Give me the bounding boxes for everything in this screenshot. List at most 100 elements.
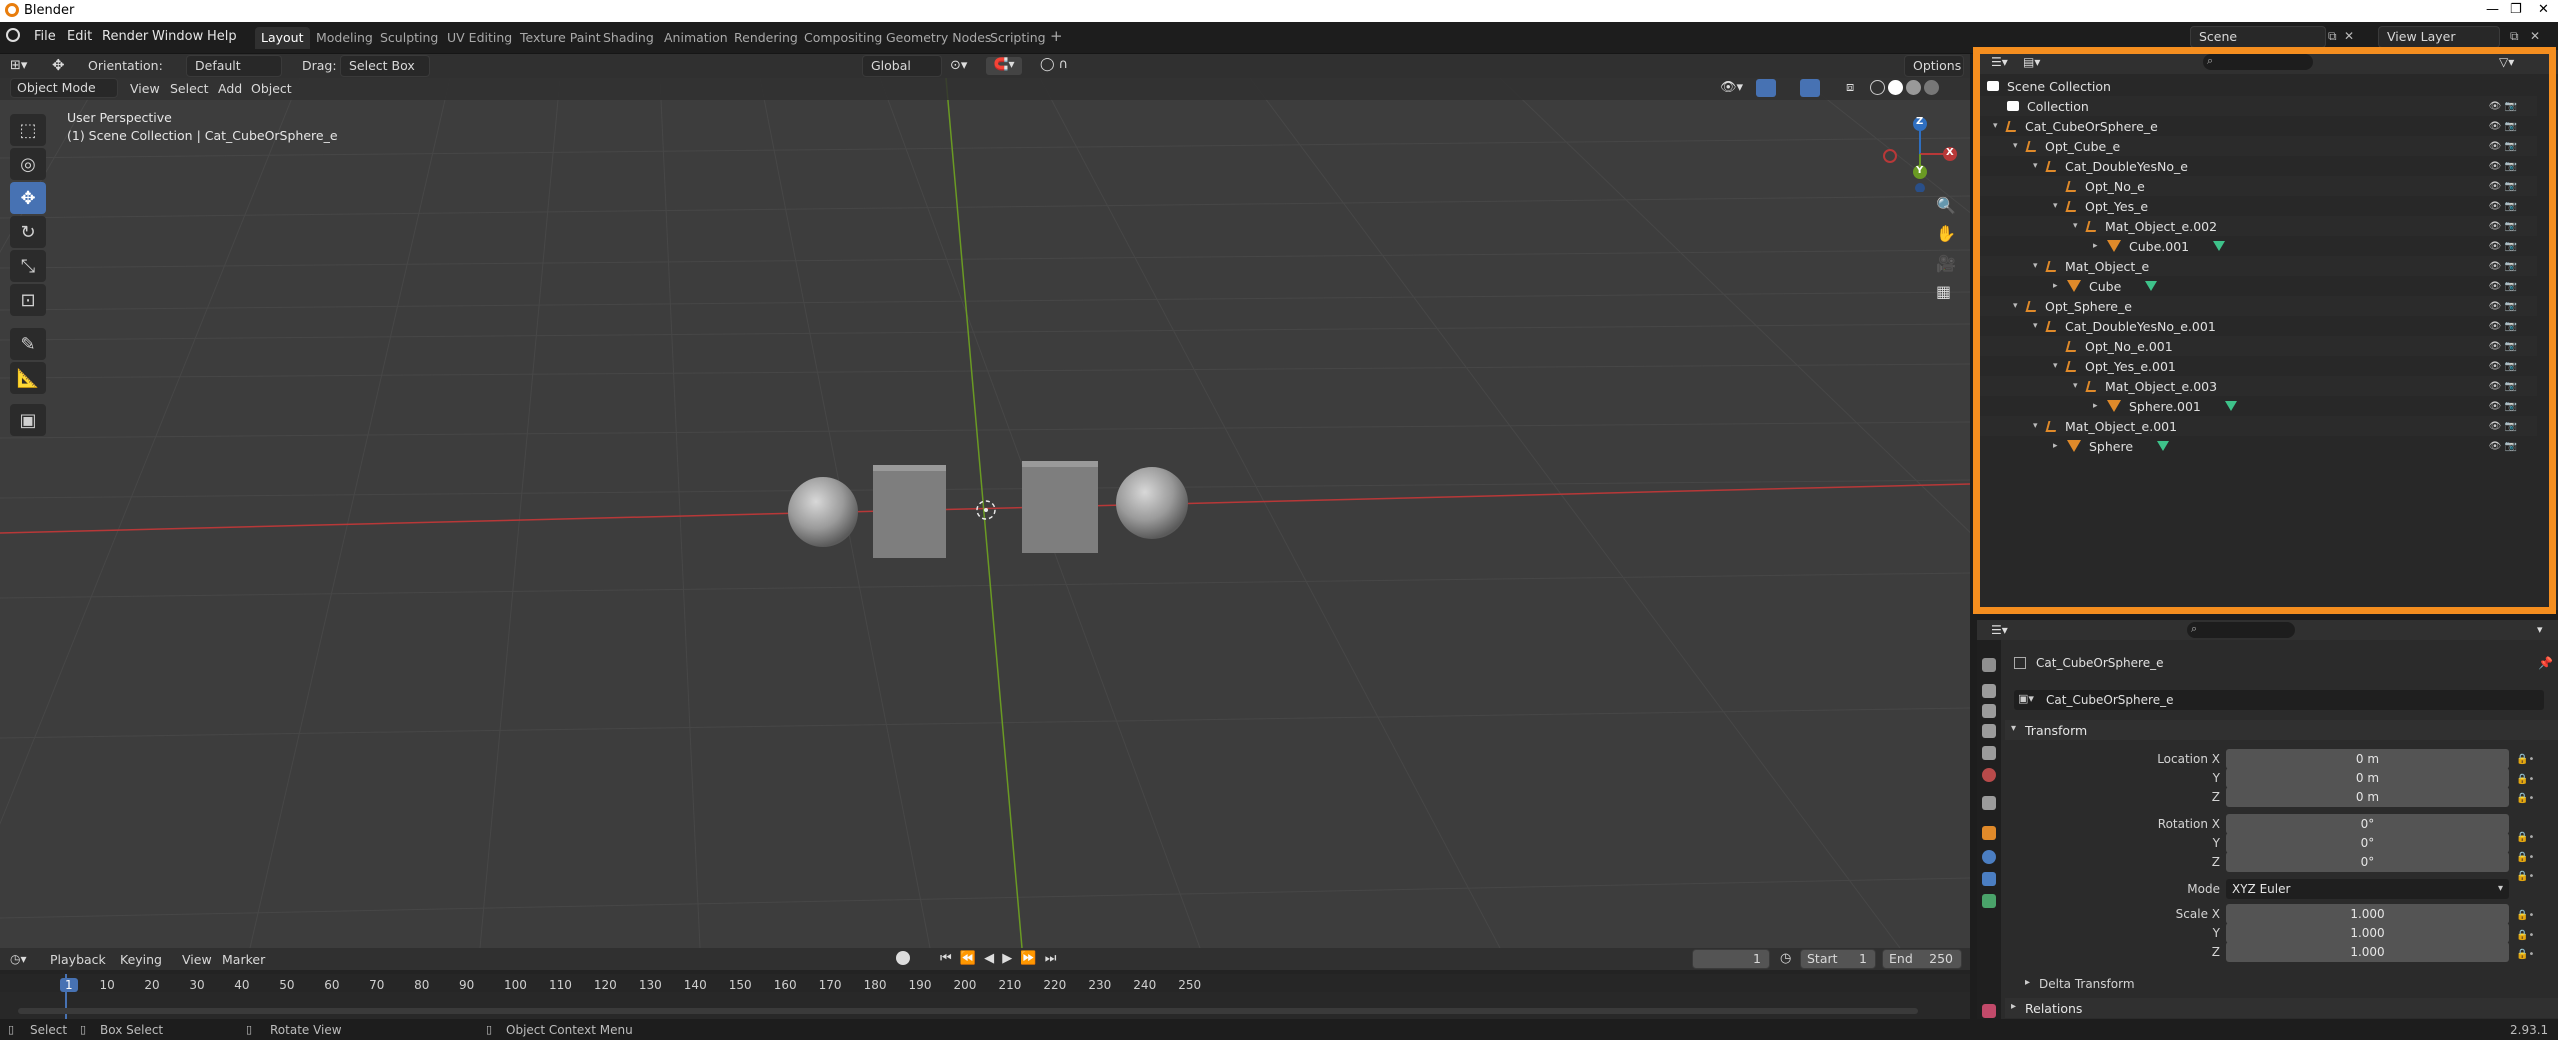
scale-x-field[interactable]: 1.000	[2226, 904, 2509, 924]
pin-icon[interactable]: 📌	[2538, 656, 2553, 670]
object-tab-icon[interactable]	[1982, 826, 1996, 840]
tab-layout[interactable]: Layout	[255, 27, 310, 49]
viewport-menu-select[interactable]: Select	[170, 81, 209, 96]
disclosure-triangle-icon[interactable]: ▾	[1993, 121, 2005, 131]
disclosure-triangle-icon[interactable]: ▾	[2053, 361, 2065, 371]
restore-icon[interactable]: ❐	[2510, 2, 2522, 17]
visibility-toggle-icon[interactable]: 👁 📷	[2489, 401, 2517, 412]
mesh-data-icon[interactable]	[2213, 241, 2226, 251]
properties-editor-icon[interactable]: ☰▾	[1991, 623, 2008, 637]
outliner-row[interactable]: ▾ Mat_Object_e.003 👁 📷	[1977, 376, 2537, 396]
current-frame-indicator[interactable]: 1	[60, 978, 78, 992]
outliner-row[interactable]: ▾ Opt_Sphere_e 👁 📷	[1977, 296, 2537, 316]
collapse-icon[interactable]: ▾	[2537, 623, 2543, 636]
outliner-search-input[interactable]: ⌕	[2203, 54, 2313, 70]
pivot-point-icon[interactable]: ⊙▾	[950, 58, 967, 73]
start-frame-field[interactable]: Start 1	[1800, 949, 1876, 969]
disclosure-triangle-icon[interactable]: ▾	[2033, 161, 2045, 171]
transform-panel-header[interactable]: ▾ Transform	[2005, 720, 2558, 740]
new-scene-icon[interactable]: ⧉	[2328, 29, 2337, 44]
timeline-editor-icon[interactable]: ◷▾	[10, 952, 27, 966]
transform-orientation-dropdown[interactable]: Global	[862, 55, 942, 77]
mesh-data-icon[interactable]	[2145, 281, 2158, 291]
render-tab-icon[interactable]	[1982, 684, 1996, 698]
outliner-row[interactable]: ▾ Opt_Yes_e 👁 📷	[1977, 196, 2537, 216]
scale-tool[interactable]: ⤡	[10, 250, 46, 282]
outliner-row[interactable]: ▾ Cat_DoubleYesNo_e.001 👁 📷	[1977, 316, 2537, 336]
move-tool[interactable]: ✥	[10, 182, 46, 214]
measure-tool[interactable]: 📐	[10, 362, 46, 394]
timeline-menu-marker[interactable]: Marker	[222, 952, 265, 967]
current-frame-field[interactable]: 1	[1692, 949, 1770, 969]
disclosure-triangle-icon[interactable]: ▸	[2093, 241, 2105, 251]
visibility-toggle-icon[interactable]: 👁 📷	[2489, 141, 2517, 152]
tab-rendering[interactable]: Rendering	[728, 27, 804, 49]
gizmo-toggle-icon[interactable]	[1756, 79, 1776, 97]
outliner-editor-icon[interactable]: ☰▾	[1991, 55, 2008, 69]
timeline-scrollbar[interactable]	[18, 1008, 1918, 1014]
record-icon[interactable]	[896, 951, 910, 965]
options-dropdown[interactable]: Options	[1904, 55, 1964, 77]
scene-selector[interactable]: Scene	[2190, 26, 2326, 48]
tool-tab-icon[interactable]	[1982, 658, 1996, 672]
menu-edit[interactable]: Edit	[67, 29, 92, 44]
visibility-toggle-icon[interactable]: 👁 📷	[2489, 101, 2517, 112]
disclosure-triangle-icon[interactable]: ▸	[2093, 401, 2105, 411]
visibility-toggle-icon[interactable]: 👁 📷	[2489, 321, 2517, 332]
disclosure-triangle-icon[interactable]: ▾	[1973, 81, 1985, 91]
orientation-dropdown[interactable]: Default	[186, 55, 282, 77]
cursor-tool[interactable]: ◎	[10, 148, 46, 180]
tab-shading[interactable]: Shading	[597, 27, 660, 49]
outliner-row[interactable]: ▾ Mat_Object_e 👁 📷	[1977, 256, 2537, 276]
mesh-data-icon[interactable]	[2224, 401, 2237, 411]
visibility-toggle-icon[interactable]: 👁 📷	[2489, 181, 2517, 192]
disclosure-triangle-icon[interactable]: ▾	[2013, 141, 2025, 151]
outliner-row[interactable]: ▾ Scene Collection	[1973, 76, 2537, 96]
blender-menu-icon[interactable]	[6, 28, 20, 42]
disclosure-triangle-icon[interactable]: ▾	[2033, 421, 2045, 431]
menu-file[interactable]: File	[34, 29, 56, 44]
visibility-toggle-icon[interactable]: 👁 📷	[2489, 361, 2517, 372]
disclosure-triangle-icon[interactable]: ▾	[2013, 301, 2025, 311]
delete-view-layer-icon[interactable]: ✕	[2530, 29, 2540, 43]
close-icon[interactable]: ✕	[2538, 2, 2549, 17]
tab-sculpting[interactable]: Sculpting	[374, 27, 444, 49]
physics-tab-icon[interactable]	[1982, 850, 1996, 864]
scale-y-field[interactable]: 1.000	[2226, 923, 2509, 943]
outliner-row[interactable]: ▾ Cat_DoubleYesNo_e 👁 📷	[1977, 156, 2537, 176]
viewport-menu-view[interactable]: View	[130, 81, 160, 96]
clock-icon[interactable]: ◷	[1780, 951, 1791, 966]
overlay-toggle-icon[interactable]	[1800, 79, 1820, 97]
drag-dropdown[interactable]: Select Box	[340, 55, 430, 77]
disclosure-triangle-icon[interactable]: ▸	[2053, 281, 2065, 291]
outliner-row[interactable]: ▾ Cat_CubeOrSphere_e 👁 📷	[1977, 116, 2537, 136]
perspective-toggle-icon[interactable]: ▦	[1936, 282, 1951, 301]
outliner-row[interactable]: ▾ Opt_Yes_e.001 👁 📷	[1977, 356, 2537, 376]
zoom-icon[interactable]: 🔍	[1936, 196, 1956, 215]
outliner-row[interactable]: ▸ Cube 👁 📷	[1977, 276, 2537, 296]
select-box-tool[interactable]: ⬚	[10, 114, 46, 146]
output-tab-icon[interactable]	[1982, 704, 1996, 718]
rotation-mode-dropdown[interactable]: XYZ Euler ▾	[2226, 879, 2509, 899]
camera-view-icon[interactable]: 🎥	[1936, 254, 1956, 273]
delta-transform-header[interactable]: ▸ Delta Transform	[2005, 974, 2558, 994]
tab-scripting[interactable]: Scripting	[984, 27, 1052, 49]
wireframe-shading-icon[interactable]	[1870, 80, 1885, 95]
location-x-field[interactable]: 0 m	[2226, 749, 2509, 769]
disclosure-triangle-icon[interactable]: ▾	[2053, 201, 2065, 211]
pan-hand-icon[interactable]: ✋	[1936, 224, 1956, 243]
timeline-ruler[interactable]	[0, 974, 1970, 992]
editor-type-icon[interactable]: ⊞▾	[10, 58, 27, 73]
lock-icons[interactable]: 🔒• 🔒• 🔒• 🔒• 🔒• 🔒• 🔒• 🔒• 🔒•	[2516, 750, 2534, 965]
rotation-x-field[interactable]: 0°	[2226, 814, 2509, 834]
rotate-tool[interactable]: ↻	[10, 216, 46, 248]
location-z-field[interactable]: 0 m	[2226, 787, 2509, 807]
timeline-menu-view[interactable]: View	[182, 952, 212, 967]
mode-dropdown[interactable]: Object Mode	[10, 78, 118, 98]
visibility-icon[interactable]: 👁▾	[1720, 80, 1743, 95]
collection-tab-icon[interactable]	[1982, 796, 1996, 810]
proportional-edit-icon[interactable]: ◯ ∩	[1040, 57, 1068, 72]
playback-controls[interactable]: ⏮ ⏪ ◀ ▶ ⏩ ⏭	[940, 951, 1058, 966]
new-view-layer-icon[interactable]: ⧉	[2510, 29, 2519, 44]
snap-icon[interactable]: 🧲▾	[986, 57, 1022, 75]
